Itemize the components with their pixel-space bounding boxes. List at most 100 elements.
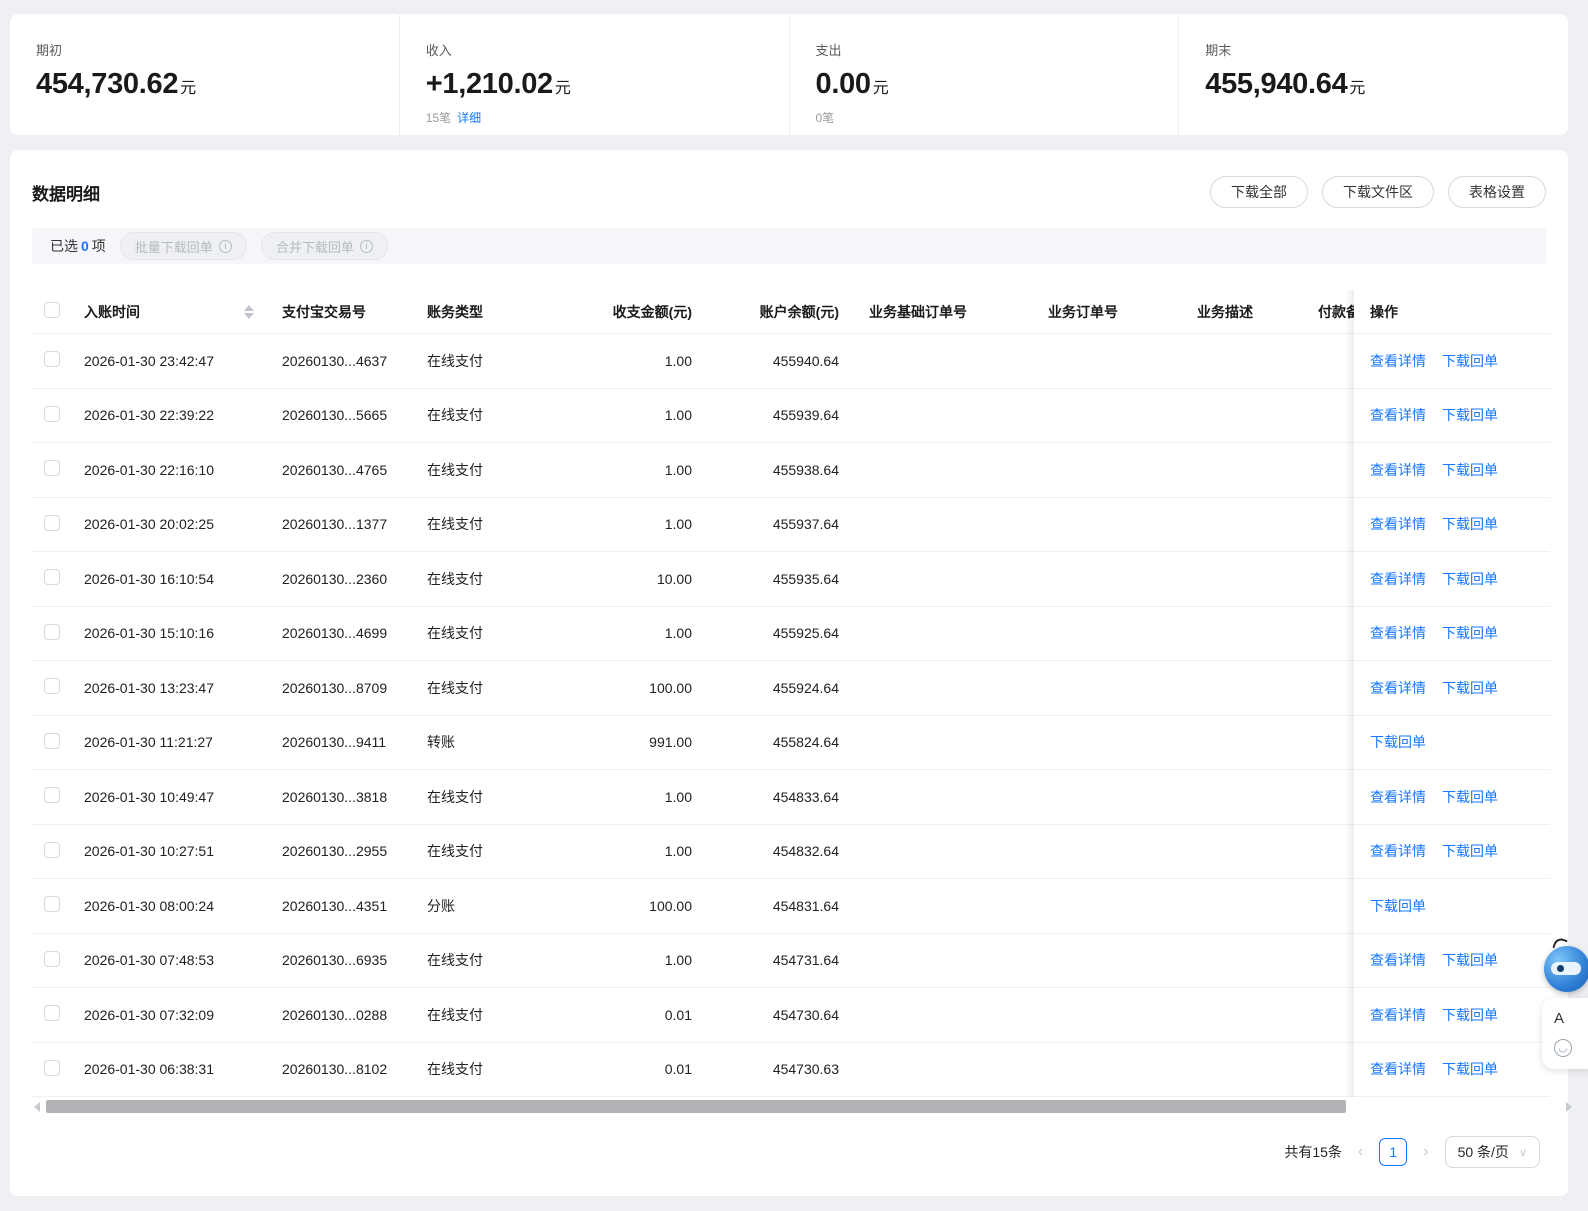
download-receipt-link[interactable]: 下载回单 <box>1370 896 1426 916</box>
cell-entry-time: 2026-01-30 07:48:53 <box>84 952 282 968</box>
view-detail-link[interactable]: 查看详情 <box>1370 950 1426 970</box>
cell-transaction-id: 20260130...0288 <box>282 1007 427 1023</box>
scroll-left-icon[interactable] <box>34 1102 40 1112</box>
cell-transaction-id: 20260130...8102 <box>282 1061 427 1077</box>
row-checkbox[interactable] <box>44 678 60 694</box>
assistant-widget[interactable]: A ◡ <box>1542 946 1588 1069</box>
view-detail-link[interactable]: 查看详情 <box>1370 569 1426 589</box>
table-row: 2026-01-30 07:48:5320260130...6935在线支付1.… <box>32 934 1550 989</box>
cell-account-type: 转账 <box>427 732 562 752</box>
prev-page-icon[interactable]: ‹ <box>1358 1144 1363 1160</box>
robot-assistant-icon[interactable] <box>1544 946 1588 992</box>
download-receipt-link[interactable]: 下载回单 <box>1442 460 1498 480</box>
cell-balance: 455824.64 <box>695 734 842 750</box>
download-receipt-link[interactable]: 下载回单 <box>1442 841 1498 861</box>
income-detail-link[interactable]: 详细 <box>457 111 481 125</box>
selection-count: 0 <box>78 238 92 254</box>
cell-checkbox <box>32 951 84 970</box>
view-detail-link[interactable]: 查看详情 <box>1370 1059 1426 1079</box>
cell-entry-time: 2026-01-30 11:21:27 <box>84 734 282 750</box>
download-receipt-link[interactable]: 下载回单 <box>1442 405 1498 425</box>
row-checkbox[interactable] <box>44 1060 60 1076</box>
batch-download-receipt-button[interactable]: 批量下载回单i <box>120 232 247 260</box>
cell-balance: 455937.64 <box>695 516 842 532</box>
row-checkbox[interactable] <box>44 624 60 640</box>
cell-account-type: 在线支付 <box>427 787 562 807</box>
cell-entry-time: 2026-01-30 13:23:47 <box>84 680 282 696</box>
summary-closing-label: 期末 <box>1205 40 1568 59</box>
scrollbar-thumb[interactable] <box>46 1100 1346 1113</box>
selection-count-text: 已选0项 <box>50 236 106 256</box>
table-row: 2026-01-30 06:38:3120260130...8102在线支付0.… <box>32 1043 1550 1098</box>
row-checkbox[interactable] <box>44 896 60 912</box>
download-receipt-link[interactable]: 下载回单 <box>1442 678 1498 698</box>
page-size-select[interactable]: 50 条/页∨ <box>1445 1136 1540 1168</box>
row-checkbox[interactable] <box>44 1005 60 1021</box>
current-page-button[interactable]: 1 <box>1379 1138 1407 1166</box>
cell-actions: 查看详情下载回单 <box>1354 770 1550 824</box>
summary-closing-value: 455,940.64元 <box>1205 68 1568 101</box>
view-detail-link[interactable]: 查看详情 <box>1370 460 1426 480</box>
row-checkbox[interactable] <box>44 842 60 858</box>
download-receipt-link[interactable]: 下载回单 <box>1442 1059 1498 1079</box>
table-row: 2026-01-30 15:10:1620260130...4699在线支付1.… <box>32 607 1550 662</box>
cell-actions: 查看详情下载回单 <box>1354 661 1550 715</box>
download-receipt-link[interactable]: 下载回单 <box>1442 950 1498 970</box>
scroll-right-icon[interactable] <box>1566 1102 1572 1112</box>
cell-account-type: 在线支付 <box>427 1059 562 1079</box>
cell-amount: 1.00 <box>562 843 695 859</box>
view-detail-link[interactable]: 查看详情 <box>1370 514 1426 534</box>
row-checkbox[interactable] <box>44 406 60 422</box>
download-receipt-link[interactable]: 下载回单 <box>1370 732 1426 752</box>
view-detail-link[interactable]: 查看详情 <box>1370 678 1426 698</box>
cell-checkbox <box>32 896 84 915</box>
data-detail-card: 数据明细 下载全部 下载文件区 表格设置 已选0项 批量下载回单i 合并下载回单… <box>10 150 1568 1196</box>
download-files-button[interactable]: 下载文件区 <box>1322 176 1434 208</box>
view-detail-link[interactable]: 查看详情 <box>1370 351 1426 371</box>
col-transaction-id: 支付宝交易号 <box>282 302 427 322</box>
cell-amount: 10.00 <box>562 571 695 587</box>
select-all-checkbox[interactable] <box>44 302 60 318</box>
cell-entry-time: 2026-01-30 22:39:22 <box>84 407 282 423</box>
cell-transaction-id: 20260130...4765 <box>282 462 427 478</box>
download-all-button[interactable]: 下载全部 <box>1210 176 1308 208</box>
row-checkbox[interactable] <box>44 351 60 367</box>
assistant-panel[interactable]: A ◡ <box>1542 998 1588 1069</box>
currency-unit: 元 <box>180 80 196 97</box>
cell-checkbox <box>32 733 84 752</box>
next-page-icon[interactable]: › <box>1423 1144 1428 1160</box>
row-checkbox[interactable] <box>44 787 60 803</box>
row-checkbox[interactable] <box>44 460 60 476</box>
cell-transaction-id: 20260130...2955 <box>282 843 427 859</box>
cell-balance: 454831.64 <box>695 898 842 914</box>
row-checkbox[interactable] <box>44 515 60 531</box>
cell-entry-time: 2026-01-30 10:49:47 <box>84 789 282 805</box>
row-checkbox[interactable] <box>44 569 60 585</box>
cell-amount: 0.01 <box>562 1061 695 1077</box>
table-row: 2026-01-30 20:02:2520260130...1377在线支付1.… <box>32 498 1550 553</box>
cell-balance: 454731.64 <box>695 952 842 968</box>
row-checkbox[interactable] <box>44 733 60 749</box>
row-checkbox[interactable] <box>44 951 60 967</box>
download-receipt-link[interactable]: 下载回单 <box>1442 514 1498 534</box>
horizontal-scrollbar[interactable] <box>32 1100 1574 1116</box>
sort-icon[interactable] <box>244 305 254 319</box>
cell-amount: 1.00 <box>562 407 695 423</box>
cell-actions: 查看详情下载回单 <box>1354 607 1550 661</box>
download-receipt-link[interactable]: 下载回单 <box>1442 623 1498 643</box>
download-receipt-link[interactable]: 下载回单 <box>1442 569 1498 589</box>
cell-transaction-id: 20260130...9411 <box>282 734 427 750</box>
view-detail-link[interactable]: 查看详情 <box>1370 1005 1426 1025</box>
view-detail-link[interactable]: 查看详情 <box>1370 405 1426 425</box>
cell-amount: 100.00 <box>562 680 695 696</box>
cell-transaction-id: 20260130...4699 <box>282 625 427 641</box>
download-receipt-link[interactable]: 下载回单 <box>1442 351 1498 371</box>
download-receipt-link[interactable]: 下载回单 <box>1442 787 1498 807</box>
download-receipt-link[interactable]: 下载回单 <box>1442 1005 1498 1025</box>
view-detail-link[interactable]: 查看详情 <box>1370 623 1426 643</box>
cell-checkbox <box>32 787 84 806</box>
view-detail-link[interactable]: 查看详情 <box>1370 841 1426 861</box>
merge-download-receipt-button[interactable]: 合并下载回单i <box>261 232 388 260</box>
table-settings-button[interactable]: 表格设置 <box>1448 176 1546 208</box>
view-detail-link[interactable]: 查看详情 <box>1370 787 1426 807</box>
